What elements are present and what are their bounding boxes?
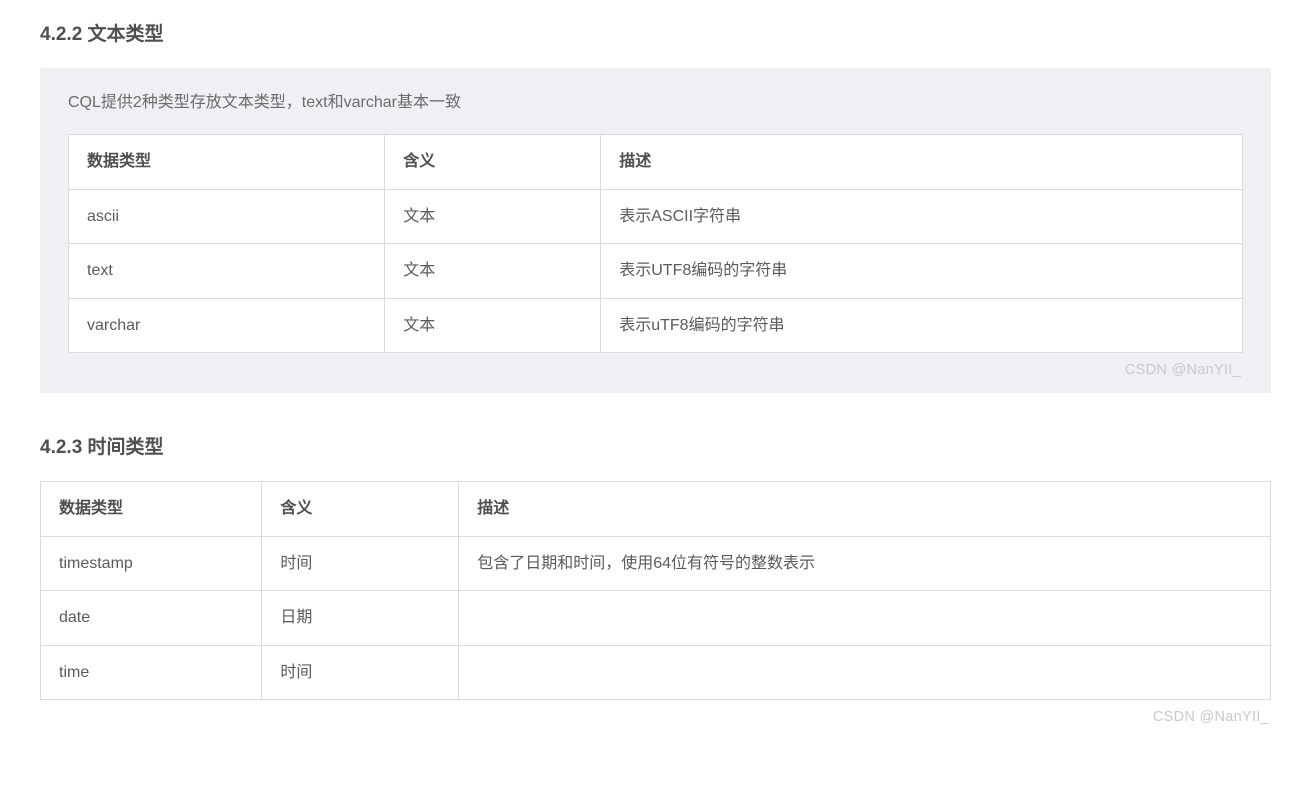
section-text-types: 4.2.2 文本类型 CQL提供2种类型存放文本类型，text和varchar基… bbox=[40, 20, 1271, 393]
table-cell: varchar bbox=[69, 298, 385, 353]
table-cell: time bbox=[41, 645, 262, 700]
table-header-cell: 数据类型 bbox=[41, 481, 262, 536]
table-text-types: 数据类型 含义 描述 ascii 文本 表示ASCII字符串 text 文本 表… bbox=[68, 134, 1243, 353]
table-header-row: 数据类型 含义 描述 bbox=[41, 481, 1271, 536]
table-time-types: 数据类型 含义 描述 timestamp 时间 包含了日期和时间，使用64位有符… bbox=[40, 481, 1271, 700]
table-cell: 文本 bbox=[385, 298, 601, 353]
table-cell bbox=[459, 645, 1271, 700]
table-header-cell: 含义 bbox=[262, 481, 459, 536]
table-cell: 时间 bbox=[262, 645, 459, 700]
table-cell: timestamp bbox=[41, 536, 262, 591]
table-header-cell: 描述 bbox=[601, 134, 1243, 189]
section-heading: 4.2.3 时间类型 bbox=[40, 433, 1271, 463]
table-cell: 表示ASCII字符串 bbox=[601, 189, 1243, 244]
quote-intro-text: CQL提供2种类型存放文本类型，text和varchar基本一致 bbox=[68, 90, 1243, 116]
table-cell: 表示UTF8编码的字符串 bbox=[601, 244, 1243, 299]
table-header-cell: 数据类型 bbox=[69, 134, 385, 189]
table-cell bbox=[459, 591, 1271, 646]
table-cell: date bbox=[41, 591, 262, 646]
table-row: timestamp 时间 包含了日期和时间，使用64位有符号的整数表示 bbox=[41, 536, 1271, 591]
table-cell: 时间 bbox=[262, 536, 459, 591]
table-cell: 文本 bbox=[385, 244, 601, 299]
table-header-cell: 含义 bbox=[385, 134, 601, 189]
table-cell: 表示uTF8编码的字符串 bbox=[601, 298, 1243, 353]
watermark-text: CSDN @NanYII_ bbox=[40, 706, 1271, 729]
table-row: time 时间 bbox=[41, 645, 1271, 700]
table-header-row: 数据类型 含义 描述 bbox=[69, 134, 1243, 189]
table-cell: 包含了日期和时间，使用64位有符号的整数表示 bbox=[459, 536, 1271, 591]
section-heading: 4.2.2 文本类型 bbox=[40, 20, 1271, 50]
table-header-cell: 描述 bbox=[459, 481, 1271, 536]
table-row: ascii 文本 表示ASCII字符串 bbox=[69, 189, 1243, 244]
table-cell: ascii bbox=[69, 189, 385, 244]
watermark-text: CSDN @NanYII_ bbox=[68, 359, 1243, 382]
table-cell: 文本 bbox=[385, 189, 601, 244]
table-row: text 文本 表示UTF8编码的字符串 bbox=[69, 244, 1243, 299]
table-row: varchar 文本 表示uTF8编码的字符串 bbox=[69, 298, 1243, 353]
section-time-types: 4.2.3 时间类型 数据类型 含义 描述 timestamp 时间 包含了日期… bbox=[40, 433, 1271, 730]
quote-block: CQL提供2种类型存放文本类型，text和varchar基本一致 数据类型 含义… bbox=[40, 68, 1271, 392]
table-cell: text bbox=[69, 244, 385, 299]
table-cell: 日期 bbox=[262, 591, 459, 646]
table-row: date 日期 bbox=[41, 591, 1271, 646]
